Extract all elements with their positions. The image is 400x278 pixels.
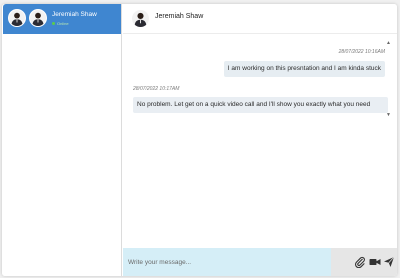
message-input-bar: [123, 248, 397, 276]
contact-item-active[interactable]: Jeremiah Shaw Online: [3, 4, 121, 34]
scroll-down-icon[interactable]: ▼: [386, 112, 391, 118]
message-list[interactable]: ▲ 28/07/2022 10:16AM I am working on thi…: [123, 34, 397, 248]
person-icon: [32, 12, 44, 26]
contact-status: Online: [52, 21, 69, 26]
video-camera-icon[interactable]: [369, 256, 381, 268]
chat-header: Jeremiah Shaw: [123, 4, 397, 34]
scroll-up-icon[interactable]: ▲: [386, 40, 391, 46]
person-icon: [11, 12, 23, 26]
message-bubble-sent: I am working on this presntation and I a…: [223, 61, 385, 77]
chat-window: Jeremiah Shaw Online Jeremiah Shaw ▲ 28/…: [2, 4, 397, 276]
contact-name: Jeremiah Shaw: [52, 11, 97, 18]
message-timestamp: 28/07/2022 10:16AM: [338, 49, 385, 55]
message-input[interactable]: [123, 248, 331, 276]
avatar: [29, 9, 47, 27]
paperclip-icon[interactable]: [354, 256, 366, 268]
avatar: [8, 9, 26, 27]
online-dot-icon: [52, 22, 55, 26]
message-bubble-received: No problem. Let get on a quick video cal…: [133, 97, 388, 113]
contacts-sidebar: Jeremiah Shaw Online: [2, 4, 122, 276]
message-timestamp: 28/07/2022 10:17AM: [133, 86, 180, 92]
avatar: [132, 10, 149, 27]
person-icon: [134, 12, 147, 27]
send-icon[interactable]: [383, 256, 395, 268]
contact-status-text: Online: [57, 21, 69, 26]
chat-panel: Jeremiah Shaw ▲ 28/07/2022 10:16AM I am …: [123, 4, 397, 276]
chat-contact-name: Jeremiah Shaw: [155, 13, 204, 20]
